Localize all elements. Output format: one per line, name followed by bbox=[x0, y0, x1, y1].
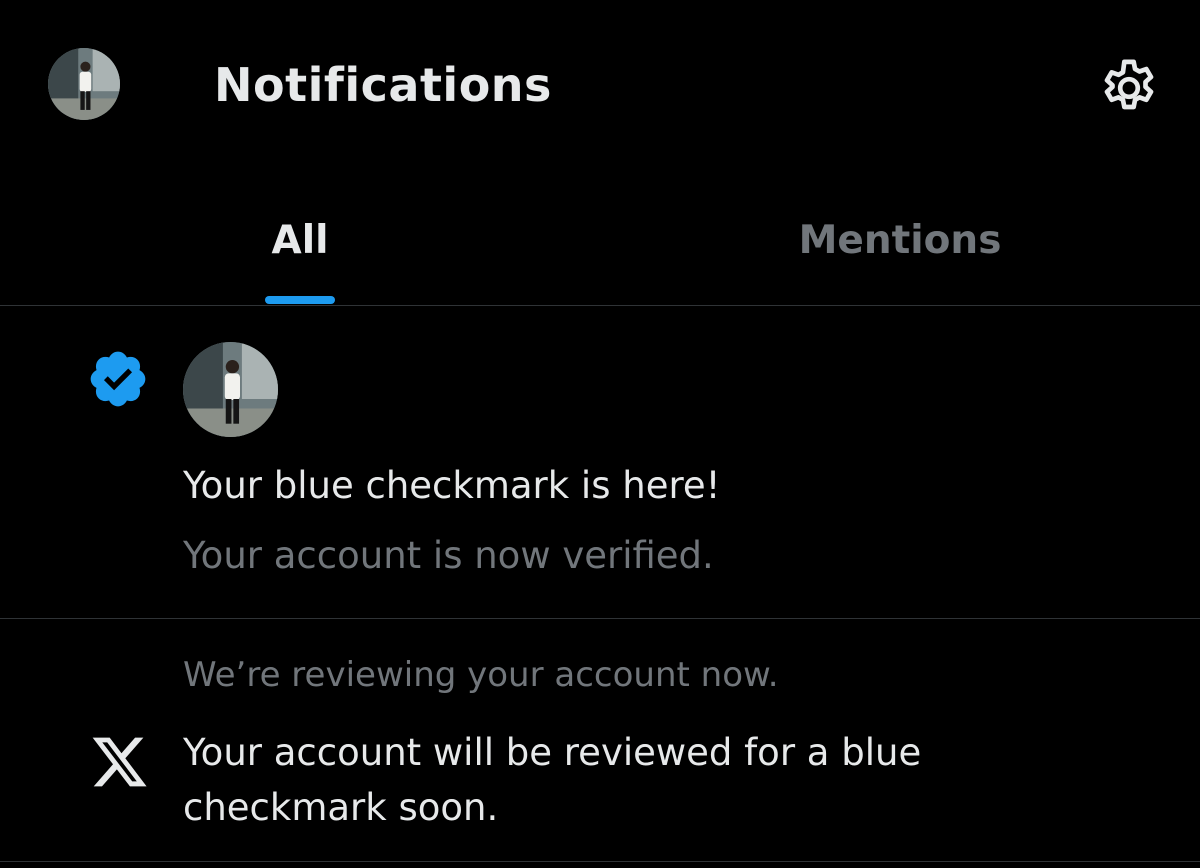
avatar-photo bbox=[48, 48, 120, 120]
notification-review[interactable]: We’re reviewing your account now. Your a… bbox=[0, 619, 1200, 862]
gear-icon[interactable] bbox=[1096, 55, 1162, 121]
verified-badge-icon bbox=[86, 347, 150, 411]
tab-mentions-label: Mentions bbox=[798, 218, 1002, 263]
notification-body: Your account will be reviewed for a blue… bbox=[183, 731, 922, 829]
top-app-bar: Notifications bbox=[0, 0, 1200, 180]
active-tab-indicator bbox=[265, 296, 335, 304]
notification-title: Your blue checkmark is here! bbox=[183, 464, 721, 507]
avatar-photo bbox=[183, 342, 278, 437]
tab-all[interactable]: All bbox=[0, 180, 600, 306]
profile-avatar[interactable] bbox=[48, 48, 120, 120]
notification-subtitle: Your account is now verified. bbox=[183, 534, 714, 577]
tab-mentions[interactable]: Mentions bbox=[600, 180, 1200, 306]
avatar[interactable] bbox=[183, 342, 278, 437]
tab-all-label: All bbox=[271, 218, 329, 263]
notification-verified[interactable]: Your blue checkmark is here! Your accoun… bbox=[0, 307, 1200, 619]
page-title: Notifications bbox=[214, 58, 552, 112]
tab-bar: All Mentions bbox=[0, 180, 1200, 306]
notification-preface: We’re reviewing your account now. bbox=[183, 655, 779, 695]
x-logo-icon bbox=[88, 732, 151, 792]
